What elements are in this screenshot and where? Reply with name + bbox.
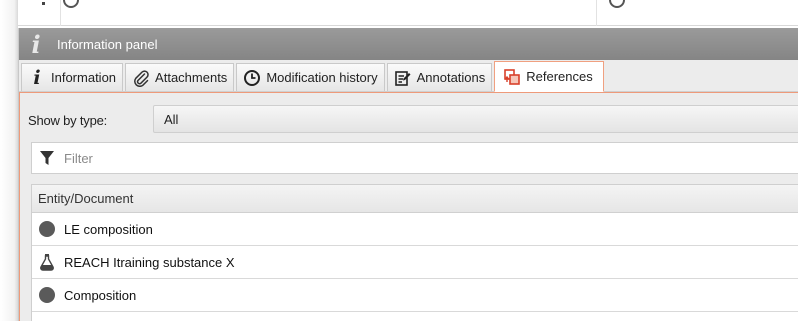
flask-icon [38,253,56,271]
tab-label: Information [51,70,117,85]
info-icon: i [33,66,41,89]
row-marker [42,2,45,5]
annotation-icon [394,69,412,87]
info-icon: i [31,29,41,59]
status-circle-icon [609,0,625,8]
column-header-label: Entity/Document [38,191,134,206]
status-circle-icon [63,0,79,8]
tab-label: References [526,69,593,84]
filter-placeholder: Filter [64,150,93,166]
composition-dot-icon [38,286,56,304]
references-content: Show by type: All Filter Entity/Document… [19,92,798,321]
information-panel: i Information panel i Information Attach… [18,28,798,321]
panel-title: Information panel [57,36,158,52]
composition-dot-icon [38,220,56,238]
left-edge-shadow [0,0,18,321]
show-by-type-label: Show by type: [28,112,108,128]
references-icon [503,68,521,86]
show-by-type-row: Show by type: [28,107,154,133]
grid-cell [60,0,79,26]
tab-label: Attachments [155,70,228,85]
clock-icon [243,69,261,87]
tab-label: Modification history [266,70,378,85]
tab-bar: i Information Attachments Modification h… [19,60,798,92]
show-by-type-select[interactable]: All [153,105,798,133]
table-row[interactable]: REACH Itraining substance X [32,246,798,279]
show-by-type-value: All [164,111,179,127]
tab-references[interactable]: References [494,61,604,92]
paperclip-icon [132,69,150,87]
tab-attachments[interactable]: Attachments [125,63,235,91]
table-row[interactable]: LE composition [32,213,798,246]
tab-modification-history[interactable]: Modification history [236,63,385,91]
column-header-entity-document[interactable]: Entity/Document [32,185,798,213]
grid-cell [596,0,625,26]
row-label: REACH Itraining substance X [64,254,235,270]
funnel-icon [34,149,60,167]
row-label: LE composition [64,221,153,237]
panel-titlebar: i Information panel [19,28,798,60]
tab-label: Annotations [416,70,486,85]
references-table: Entity/Document LE composition REACH Itr… [31,184,798,321]
filter-input[interactable]: Filter [31,142,798,174]
row-label: Composition [64,287,137,303]
background-row-strip [18,0,798,26]
tab-annotations[interactable]: Annotations [386,63,493,91]
tab-information[interactable]: i Information [21,63,124,91]
table-row[interactable]: Composition [32,279,798,312]
